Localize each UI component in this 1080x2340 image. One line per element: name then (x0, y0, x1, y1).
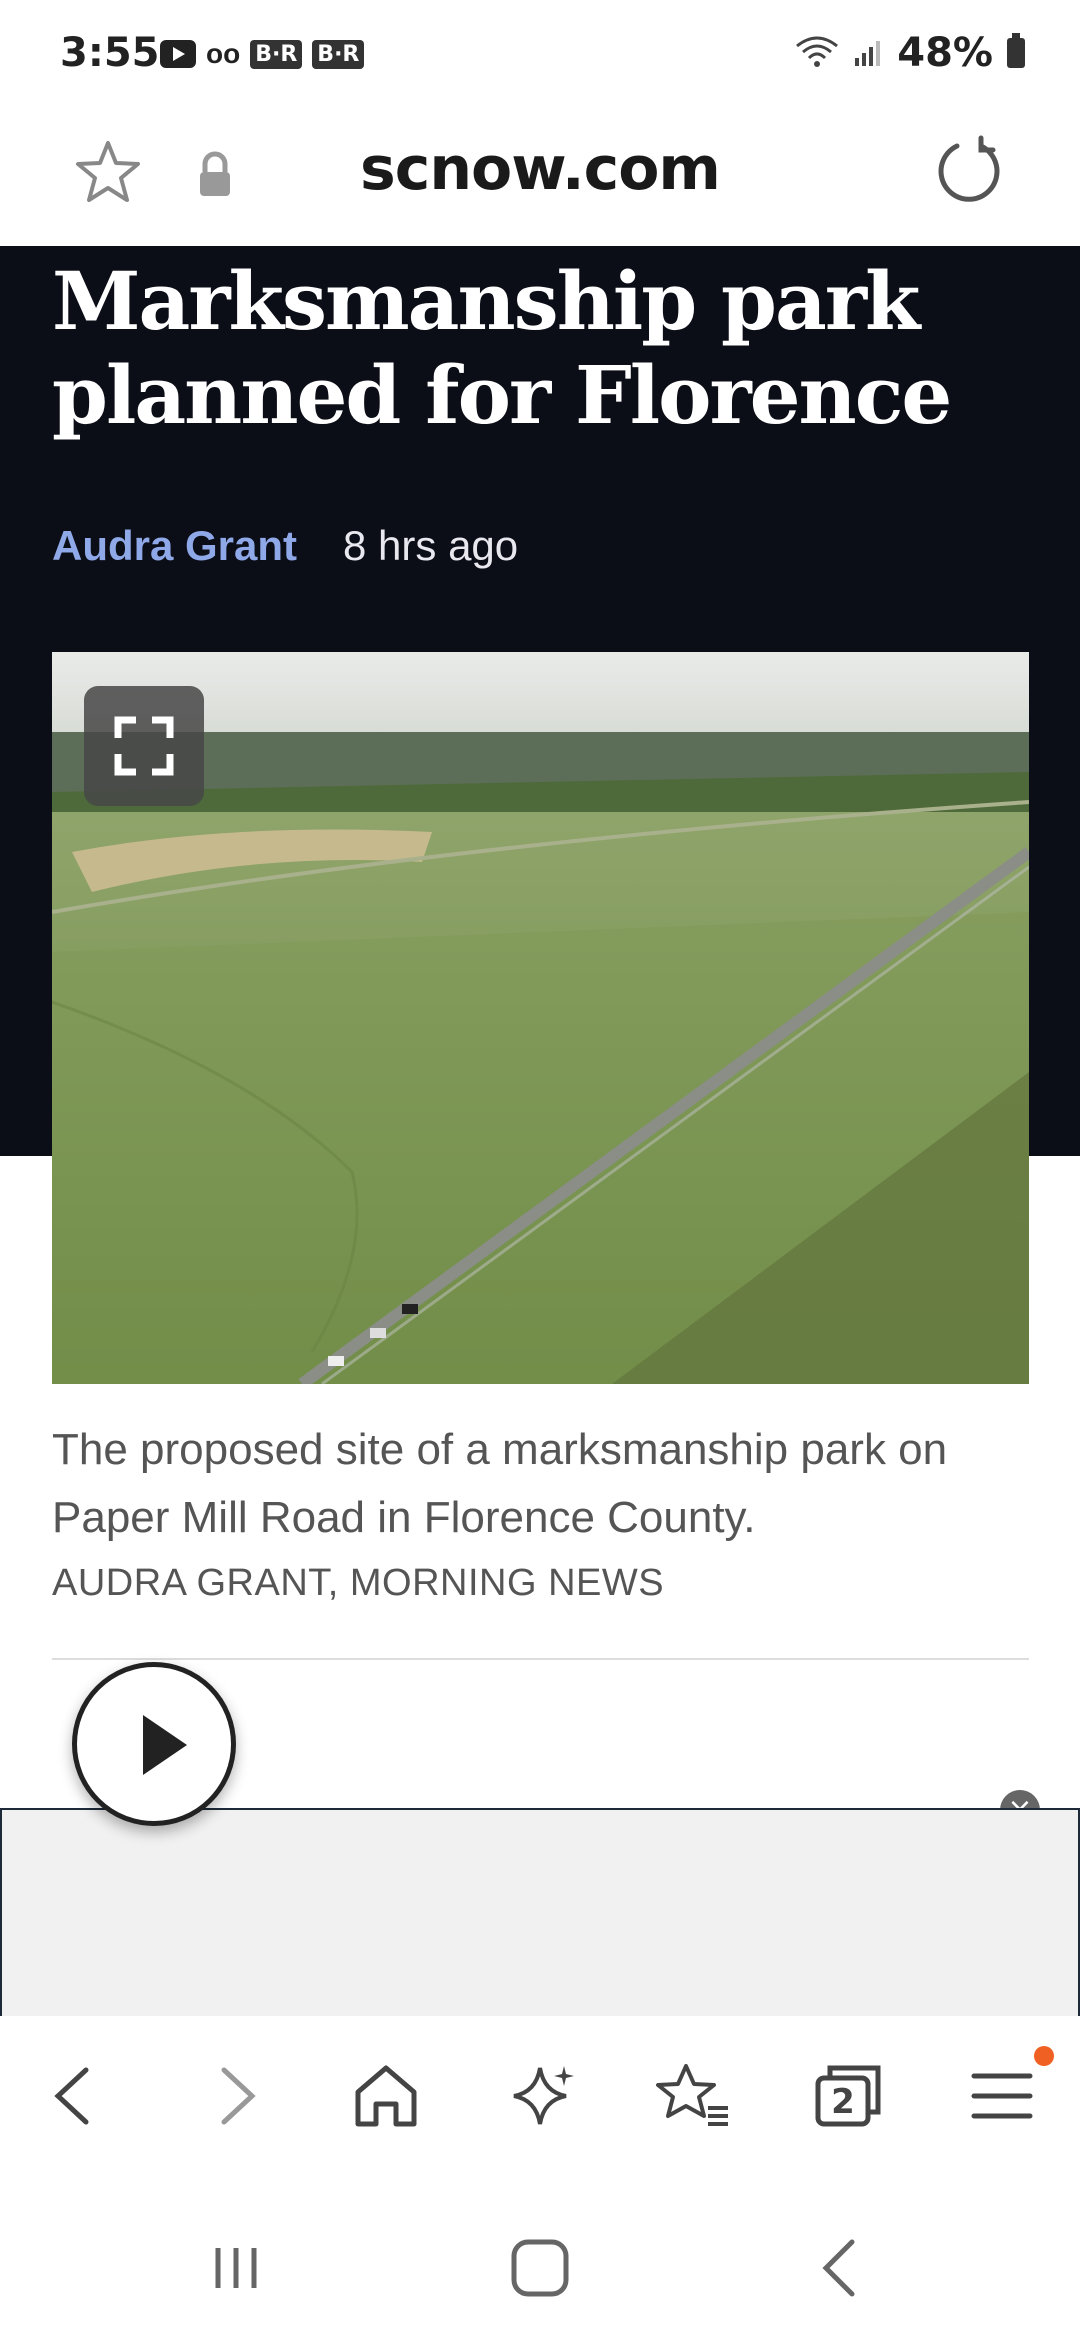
photo-caption: The proposed site of a marksmanship park… (52, 1425, 948, 1542)
reload-icon[interactable] (933, 134, 1005, 206)
wifi-icon (796, 36, 839, 67)
clock: 3:55 (60, 30, 160, 76)
byline: Audra Grant 8 hrs ago (52, 522, 518, 570)
home-icon[interactable] (346, 2056, 426, 2136)
notification-icons: oo B·R B·R (160, 38, 365, 70)
tabs-count: 2 (831, 2082, 855, 2122)
app-notification-icon: B·R (250, 39, 303, 69)
menu-icon[interactable] (962, 2056, 1042, 2136)
browser-toolbar: 2 (0, 2016, 1080, 2192)
publish-time: 8 hrs ago (343, 522, 519, 569)
system-navigation-bar (0, 2192, 1080, 2340)
battery-icon (1007, 33, 1025, 68)
photo-credit: AUDRA GRANT, MORNING NEWS (52, 1562, 665, 1604)
video-play-button[interactable] (72, 1662, 236, 1826)
youtube-icon (160, 40, 196, 68)
tabs-button[interactable]: 2 (808, 2056, 888, 2136)
fullscreen-button[interactable] (84, 686, 204, 806)
author-link[interactable]: Audra Grant (52, 522, 297, 570)
ad-banner[interactable] (0, 1808, 1080, 2016)
home-nav-icon[interactable] (500, 2228, 580, 2308)
battery-percent: 48% (897, 30, 993, 76)
address-bar: scnow.com (0, 110, 1080, 248)
ai-sparkle-icon[interactable] (500, 2056, 580, 2136)
recents-icon[interactable] (196, 2228, 276, 2308)
notification-dot (1034, 2046, 1054, 2066)
bookmarks-icon[interactable] (654, 2056, 734, 2136)
system-icons: 48% (795, 30, 1025, 76)
back-nav-icon[interactable] (802, 2228, 882, 2308)
expand-icon (114, 716, 174, 776)
divider (52, 1658, 1029, 1660)
article-headline: Marksmanship park planned for Florence (52, 254, 952, 442)
back-icon[interactable] (34, 2056, 114, 2136)
url-text[interactable]: scnow.com (0, 134, 1080, 204)
status-bar: 3:55 oo B·R B·R 48% (0, 0, 1080, 110)
signal-icon (855, 41, 881, 66)
forward-icon[interactable] (196, 2056, 276, 2136)
app-notification-icon: B·R (312, 39, 365, 69)
voicemail-icon: oo (206, 38, 241, 69)
